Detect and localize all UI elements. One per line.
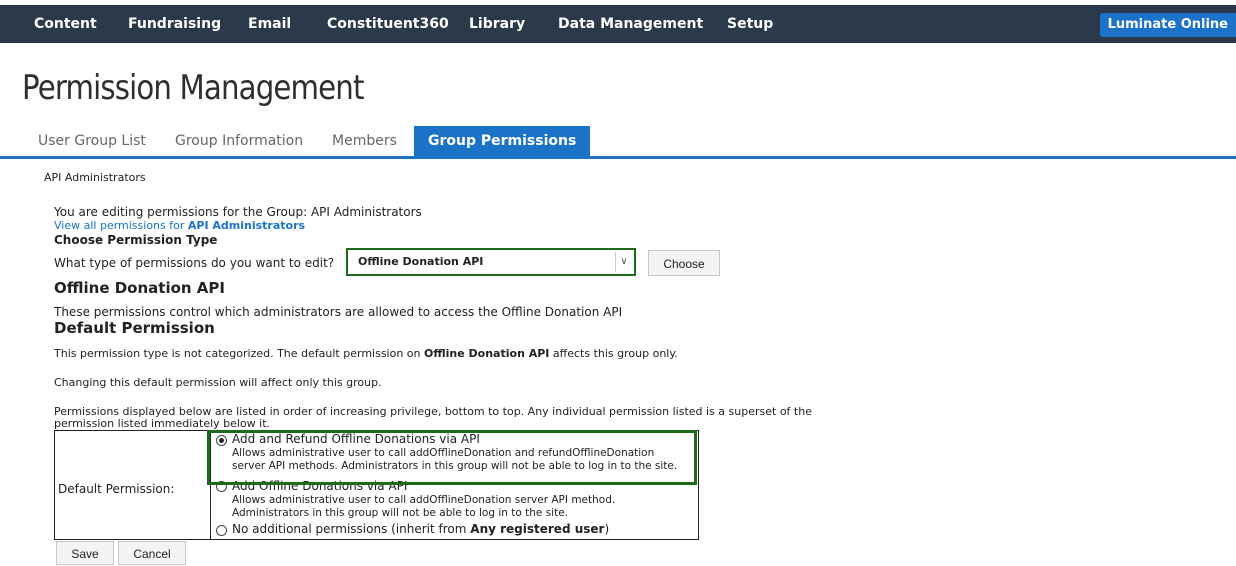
option-add-only-desc-2: Administrators in this group will not be… (232, 507, 568, 519)
choose-type-heading: Choose Permission Type (54, 233, 218, 247)
section-description: These permissions control which administ… (54, 305, 623, 319)
uncategorized-suffix: affects this group only. (549, 347, 678, 360)
nav-data-management[interactable]: Data Management (558, 5, 703, 43)
tab-group-permissions[interactable]: Group Permissions (414, 126, 591, 156)
uncategorized-text: This permission type is not categorized.… (54, 347, 678, 360)
option-add-only-desc-1: Allows administrative user to call addOf… (232, 494, 616, 506)
top-nav: Content Fundraising Email Constituent360… (0, 5, 1236, 43)
permission-type-select[interactable]: Offline Donation API ∨ (346, 248, 636, 276)
nav-library[interactable]: Library (469, 5, 525, 43)
save-button[interactable]: Save (56, 541, 114, 565)
uncategorized-bold: Offline Donation API (424, 347, 550, 360)
tab-group-information[interactable]: Group Information (175, 126, 303, 156)
tab-user-group-list[interactable]: User Group List (38, 126, 146, 156)
radio-no-additional[interactable] (216, 525, 227, 536)
chevron-down-icon[interactable]: ∨ (615, 252, 632, 272)
tab-members[interactable]: Members (332, 126, 397, 156)
default-permission-label: Default Permission: (58, 482, 175, 496)
page-title: Permission Management (22, 68, 364, 108)
view-all-permissions-link[interactable]: View all permissions for API Administrat… (54, 219, 305, 232)
view-all-prefix: View all permissions for (54, 219, 188, 232)
uncategorized-prefix: This permission type is not categorized.… (54, 347, 425, 360)
option-no-additional-title: No additional permissions (inherit from … (232, 522, 609, 536)
nav-setup[interactable]: Setup (727, 5, 773, 43)
order-text-2: permission listed immediately below it. (54, 417, 271, 430)
highlight-box (207, 430, 697, 485)
nav-email[interactable]: Email (248, 5, 291, 43)
cancel-button[interactable]: Cancel (118, 541, 186, 565)
section-title: Offline Donation API (54, 279, 225, 297)
view-all-group: API Administrators (187, 219, 306, 232)
nav-constituent360[interactable]: Constituent360 (327, 5, 449, 43)
select-value: Offline Donation API (358, 255, 484, 268)
choose-button[interactable]: Choose (648, 250, 720, 276)
editing-text: You are editing permissions for the Grou… (54, 205, 422, 219)
group-label: API Administrators (44, 171, 146, 184)
nav-fundraising[interactable]: Fundraising (128, 5, 221, 43)
nav-content[interactable]: Content (34, 5, 97, 43)
option-no-additional-suffix: ) (604, 522, 610, 536)
tab-bar: User Group List Group Information Member… (0, 126, 1236, 159)
option-no-additional-prefix: No additional permissions (inherit from (232, 522, 471, 536)
option-no-additional-bold: Any registered user (470, 522, 605, 536)
luminate-online-button[interactable]: Luminate Online (1099, 13, 1236, 37)
permission-type-question: What type of permissions do you want to … (54, 256, 335, 270)
default-permission-heading: Default Permission (54, 319, 215, 337)
changing-text: Changing this default permission will af… (54, 376, 382, 389)
